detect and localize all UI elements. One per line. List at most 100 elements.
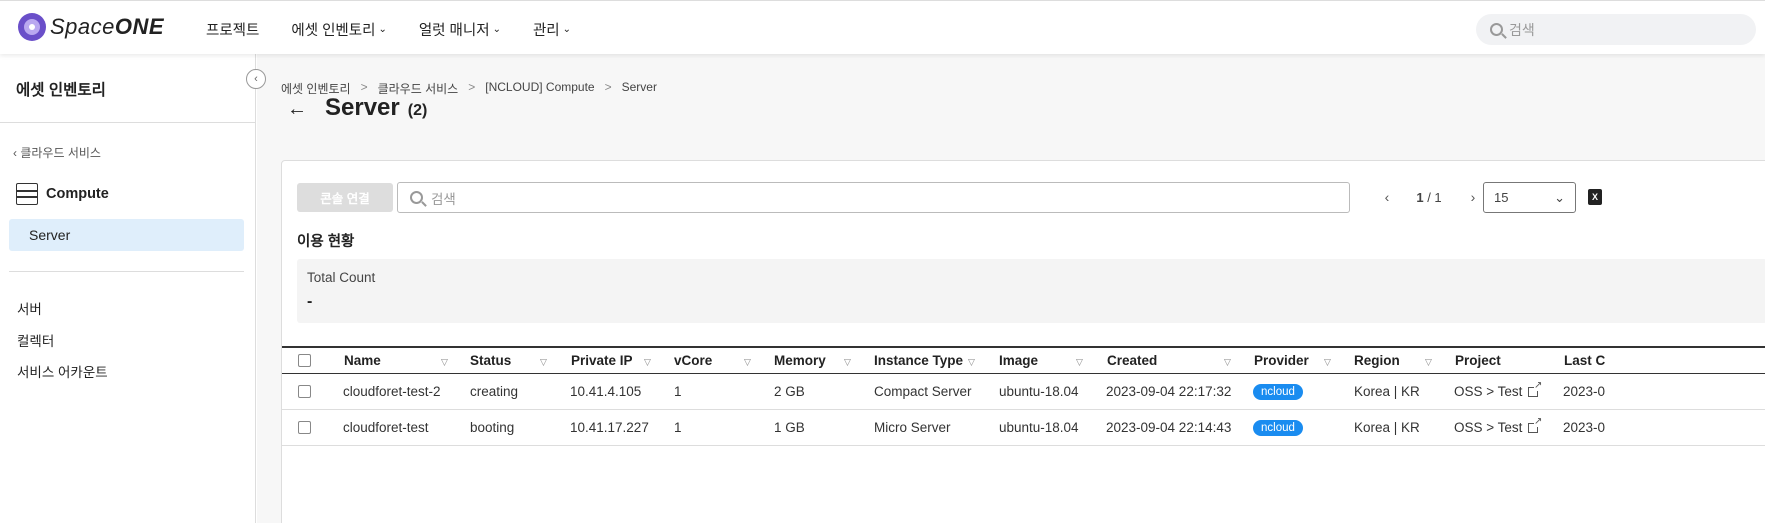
sidebar-link-servers[interactable]: 서버 bbox=[17, 298, 42, 318]
column-header-instance-type[interactable]: Instance Type bbox=[874, 348, 963, 373]
sidebar-divider bbox=[9, 271, 244, 272]
page-size-select[interactable]: 15 ⌄ bbox=[1483, 182, 1576, 213]
column-header-region[interactable]: Region bbox=[1354, 348, 1400, 373]
cell-last-collected: 2023-0 bbox=[1563, 384, 1606, 399]
server-list-card: 콘솔 연결 검색 ‹ 1 / 1 › 15 ⌄ X 이용 현황 Total Co… bbox=[281, 160, 1765, 523]
server-table: Name ▽ Status ▽ Private IP ▽ vCore ▽ Memory ▽… bbox=[282, 346, 1765, 446]
column-header-created[interactable]: Created bbox=[1107, 348, 1157, 373]
column-header-project[interactable]: Project bbox=[1455, 348, 1501, 373]
column-header-image[interactable]: Image bbox=[999, 348, 1038, 373]
column-header-name[interactable]: Name bbox=[344, 348, 381, 373]
chevron-down-icon: ⌄ bbox=[1554, 189, 1565, 205]
page-total: / 1 bbox=[1427, 189, 1442, 205]
cell-region: Korea | KR bbox=[1354, 420, 1420, 435]
sidebar-link-service-accounts[interactable]: 서비스 어카운트 bbox=[17, 361, 108, 381]
nav-item-project[interactable]: 프로젝트 bbox=[206, 19, 259, 40]
sort-icon[interactable]: ▽ bbox=[441, 357, 448, 368]
column-header-provider[interactable]: Provider bbox=[1254, 348, 1309, 373]
column-header-last-collected[interactable]: Last C bbox=[1564, 348, 1605, 373]
breadcrumb-item-current: Server bbox=[621, 80, 657, 94]
column-header-private-ip[interactable]: Private IP bbox=[571, 348, 633, 373]
column-header-vcore[interactable]: vCore bbox=[674, 348, 712, 373]
cell-project[interactable]: OSS > Test bbox=[1454, 374, 1543, 409]
sort-icon[interactable]: ▽ bbox=[1224, 357, 1231, 368]
sort-icon[interactable]: ▽ bbox=[744, 357, 751, 368]
cell-last-collected: 2023-0 bbox=[1563, 420, 1606, 435]
sort-icon[interactable]: ▽ bbox=[968, 357, 975, 368]
spaceone-logo[interactable]: SpaceONE bbox=[18, 13, 164, 41]
external-link-icon[interactable] bbox=[1528, 416, 1543, 433]
main-menu: 프로젝트 에셋 인벤토리 ⌄ 얼럿 매니저 ⌄ 관리 ⌄ bbox=[206, 19, 603, 40]
row-checkbox[interactable] bbox=[298, 374, 311, 409]
row-checkbox[interactable] bbox=[298, 410, 311, 445]
nav-item-label: 에셋 인벤토리 bbox=[291, 23, 376, 39]
page-indicator: 1 / 1 bbox=[1402, 190, 1456, 205]
sidebar-title: 에셋 인벤토리 bbox=[16, 82, 106, 99]
sort-icon[interactable]: ▽ bbox=[644, 357, 651, 368]
cell-instance-type: Micro Server bbox=[874, 420, 951, 435]
sidebar: 에셋 인벤토리 ‹ ‹ 클라우드 서비스 Compute Server 서버 컬… bbox=[0, 54, 266, 523]
total-count-label: Total Count bbox=[307, 270, 376, 285]
cell-memory: 1 GB bbox=[774, 420, 805, 435]
table-header: Name ▽ Status ▽ Private IP ▽ vCore ▽ Memory ▽… bbox=[282, 346, 1765, 374]
nav-item-alert-manager[interactable]: 얼럿 매니저 ⌄ bbox=[419, 19, 501, 40]
sidebar-divider bbox=[0, 122, 256, 123]
page-title: Server bbox=[325, 94, 400, 121]
cell-instance-type: Compact Server bbox=[874, 384, 972, 399]
nav-item-asset-inventory[interactable]: 에셋 인벤토리 ⌄ bbox=[291, 19, 386, 40]
collapse-sidebar-icon[interactable]: ‹ bbox=[246, 69, 266, 89]
back-link-label: 클라우드 서비스 bbox=[20, 146, 101, 160]
chevron-down-icon: ⌄ bbox=[562, 24, 572, 35]
nav-item-label: 관리 bbox=[532, 23, 560, 39]
sort-icon[interactable]: ▽ bbox=[1324, 357, 1331, 368]
chevron-down-icon: ⌄ bbox=[378, 24, 387, 35]
table-row[interactable]: cloudforet-test booting 10.41.17.227 1 1… bbox=[282, 410, 1765, 446]
nav-item-label: 프로젝트 bbox=[206, 23, 260, 39]
sort-icon[interactable]: ▽ bbox=[844, 357, 851, 368]
provider-badge: ncloud bbox=[1253, 383, 1303, 400]
sidebar-category-label: Compute bbox=[46, 186, 109, 202]
chevron-right-icon: > bbox=[468, 80, 476, 94]
global-search-placeholder: 검색 bbox=[1509, 21, 1535, 38]
usage-summary: Total Count - bbox=[297, 259, 1765, 323]
logo-text-light: Space bbox=[50, 14, 115, 39]
table-row[interactable]: cloudforet-test-2 creating 10.41.4.105 1… bbox=[282, 374, 1765, 410]
sidebar-item-server[interactable]: Server bbox=[9, 219, 244, 251]
cell-vcore: 1 bbox=[674, 420, 682, 435]
cell-region: Korea | KR bbox=[1354, 384, 1420, 399]
search-input[interactable]: 검색 bbox=[397, 182, 1350, 213]
project-link[interactable]: OSS > Test bbox=[1454, 420, 1522, 435]
column-header-memory[interactable]: Memory bbox=[774, 348, 826, 373]
page-count: (2) bbox=[407, 102, 428, 119]
column-header-status[interactable]: Status bbox=[470, 348, 511, 373]
page-size-value: 15 bbox=[1494, 190, 1509, 205]
select-all-checkbox[interactable] bbox=[298, 348, 311, 373]
cell-private-ip: 10.41.4.105 bbox=[570, 384, 642, 399]
sort-icon[interactable]: ▽ bbox=[540, 357, 547, 368]
back-arrow-icon[interactable]: ← bbox=[287, 98, 307, 121]
cell-name: cloudforet-test-2 bbox=[343, 384, 441, 399]
excel-export-icon[interactable]: X bbox=[1588, 189, 1602, 205]
sort-icon[interactable]: ▽ bbox=[1076, 357, 1083, 368]
global-search-input[interactable]: 검색 bbox=[1476, 14, 1756, 45]
top-navigation-bar: SpaceONE 프로젝트 에셋 인벤토리 ⌄ 얼럿 매니저 ⌄ 관리 ⌄ 검색 bbox=[0, 0, 1765, 54]
logo-text-bold: ONE bbox=[114, 14, 165, 39]
search-icon bbox=[1490, 23, 1503, 36]
chevron-down-icon: ⌄ bbox=[492, 24, 501, 35]
sort-icon[interactable]: ▽ bbox=[1425, 357, 1432, 368]
nav-item-administration[interactable]: 관리 ⌄ bbox=[533, 19, 571, 40]
logo-text: SpaceONE bbox=[50, 14, 164, 40]
breadcrumb-item[interactable]: [NCLOUD] Compute bbox=[485, 80, 594, 97]
total-count-value: - bbox=[307, 293, 313, 310]
cell-project[interactable]: OSS > Test bbox=[1454, 410, 1543, 445]
cell-vcore: 1 bbox=[674, 384, 682, 399]
console-connect-button[interactable]: 콘솔 연결 bbox=[297, 183, 393, 212]
cell-name: cloudforet-test bbox=[343, 420, 429, 435]
chevron-left-icon[interactable]: ‹ bbox=[1372, 189, 1402, 205]
cell-status: booting bbox=[470, 420, 515, 435]
spaceone-logo-icon bbox=[18, 13, 46, 41]
sidebar-link-collectors[interactable]: 컬렉터 bbox=[17, 330, 54, 350]
back-to-cloud-services-link[interactable]: ‹ 클라우드 서비스 bbox=[13, 144, 101, 161]
project-link[interactable]: OSS > Test bbox=[1454, 384, 1522, 399]
external-link-icon[interactable] bbox=[1528, 380, 1543, 397]
